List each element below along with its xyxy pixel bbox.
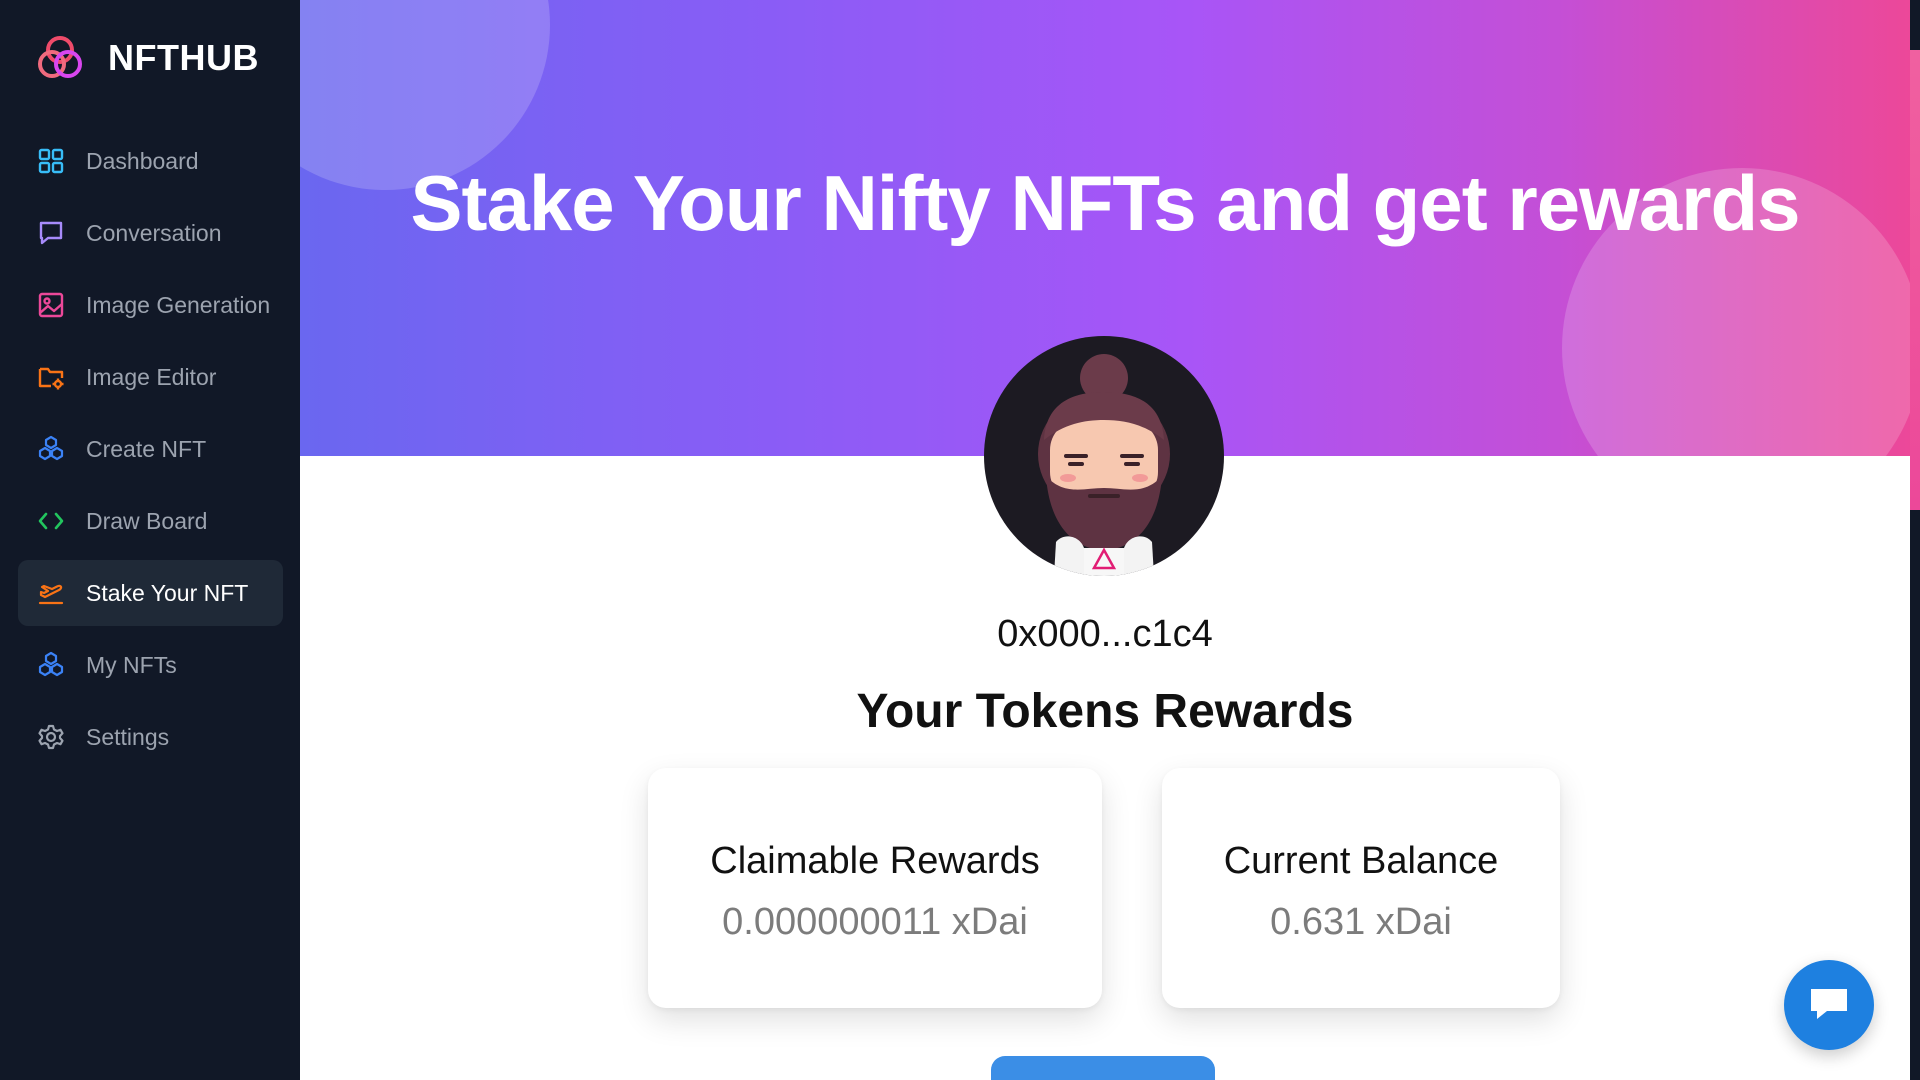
sidebar-item-settings[interactable]: Settings xyxy=(18,704,283,770)
cubes-icon xyxy=(36,434,66,464)
rewards-heading: Your Tokens Rewards xyxy=(856,685,1354,738)
brand[interactable]: NFTHUB xyxy=(34,32,259,84)
sidebar: NFTHUB Dashboard Conversation Image Gene… xyxy=(0,0,300,1080)
bearded-character-avatar xyxy=(984,336,1224,576)
current-balance-card: Current Balance 0.631 xDai xyxy=(1162,768,1560,1008)
code-icon xyxy=(36,506,66,536)
sidebar-item-label: My NFTs xyxy=(86,651,177,678)
folder-gear-icon xyxy=(36,362,66,392)
chat-widget-button[interactable] xyxy=(1784,960,1874,1050)
chat-icon xyxy=(36,218,66,248)
sidebar-item-conversation[interactable]: Conversation xyxy=(18,200,283,266)
wallet-address: 0x000...c1c4 xyxy=(997,613,1213,655)
claimable-rewards-card: Claimable Rewards 0.000000011 xDai xyxy=(648,768,1102,1008)
sidebar-item-dashboard[interactable]: Dashboard xyxy=(18,128,283,194)
hero-title: Stake Your Nifty NFTs and get rewards xyxy=(410,159,1800,247)
sidebar-item-label: Image Generation xyxy=(86,291,271,318)
image-icon xyxy=(36,290,66,320)
cubes-icon xyxy=(36,650,66,680)
claimable-rewards-label: Claimable Rewards xyxy=(710,840,1040,882)
sidebar-item-draw-board[interactable]: Draw Board xyxy=(18,488,283,554)
sidebar-item-image-generation[interactable]: Image Generation xyxy=(18,272,283,338)
scrollbar-thumb[interactable] xyxy=(1910,50,1920,510)
sidebar-item-my-nfts[interactable]: My NFTs xyxy=(18,632,283,698)
current-balance-label: Current Balance xyxy=(1223,840,1499,882)
sidebar-item-stake-your-nft[interactable]: Stake Your NFT xyxy=(18,560,283,626)
claimable-rewards-value: 0.000000011 xDai xyxy=(722,901,1028,943)
claim-rewards-button[interactable]: Claim Rewards xyxy=(991,1056,1215,1080)
sidebar-item-label: Draw Board xyxy=(86,507,208,534)
sidebar-item-image-editor[interactable]: Image Editor xyxy=(18,344,283,410)
sidebar-item-create-nft[interactable]: Create NFT xyxy=(18,416,283,482)
sidebar-item-label: Image Editor xyxy=(86,363,217,390)
sidebar-item-label: Settings xyxy=(86,723,170,750)
gear-icon xyxy=(36,722,66,752)
sidebar-item-label: Create NFT xyxy=(86,435,207,462)
sidebar-item-label: Dashboard xyxy=(86,147,199,174)
plane-takeoff-icon xyxy=(36,578,66,608)
sidebar-item-label: Stake Your NFT xyxy=(86,579,249,606)
triple-circles-logo-icon xyxy=(34,32,86,84)
current-balance-value: 0.631 xDai xyxy=(1270,901,1452,943)
chat-bubble-icon xyxy=(1805,979,1853,1032)
grid-icon xyxy=(36,146,66,176)
sidebar-item-label: Conversation xyxy=(86,219,222,246)
main-content: Stake Your Nifty NFTs and get rewards 0x… xyxy=(300,0,1910,1080)
sidebar-nav: Dashboard Conversation Image Generation xyxy=(18,128,283,776)
brand-name: NFTHUB xyxy=(108,37,259,78)
